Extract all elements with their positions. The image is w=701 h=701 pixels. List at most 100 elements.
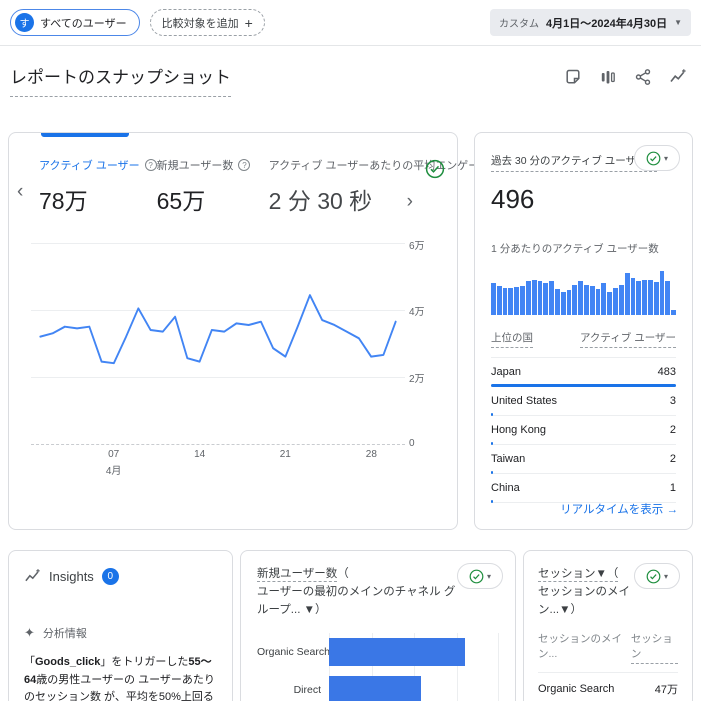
line-chart-plot (31, 241, 405, 445)
channel-label: Organic Search (257, 646, 330, 659)
realtime-active-users-value: 496 (491, 184, 535, 214)
sessions-table-header: セッションのメイン... セッション (538, 631, 678, 665)
country-name: Taiwan (491, 453, 526, 465)
sparkle-icon: ✦ (24, 625, 35, 640)
y-axis-tick: 6万 (409, 241, 425, 252)
data-quality-pill[interactable]: ▾ (457, 563, 503, 589)
data-quality-pill[interactable]: ▾ (634, 563, 680, 589)
trend-line (39, 294, 397, 365)
insights-count-badge: 0 (101, 568, 119, 585)
date-range-selector[interactable]: カスタム 4月1日～2024年4月30日 ▼ (490, 9, 691, 36)
insights-icon (25, 569, 40, 582)
minute-bar (537, 280, 543, 315)
sessions-metric-label[interactable]: セッション▼（ (538, 568, 619, 582)
plus-icon: + (244, 14, 253, 31)
country-value: 3 (669, 395, 676, 407)
insights-header[interactable]: Insights 0 (24, 568, 217, 585)
chevron-right-icon[interactable]: › (407, 191, 413, 213)
minute-bar (508, 287, 514, 315)
sessions-dimension-label[interactable]: セッションのメイン...▼） (538, 586, 630, 616)
view-realtime-link[interactable]: リアルタイムを表示 → (560, 501, 678, 517)
trend-chart: 6万 4万 2万 0 (31, 241, 441, 449)
country-name: China (491, 482, 520, 494)
insight-text-part: 「 (24, 656, 35, 668)
tab-active-users[interactable]: アクティブ ユーザー ? 78万 (39, 157, 157, 216)
minute-bar (659, 271, 665, 315)
minute-bar (613, 287, 618, 315)
minute-bar (653, 282, 659, 315)
minute-bar (607, 291, 613, 315)
data-quality-pill[interactable]: ▾ (634, 145, 680, 171)
new-users-metric-label[interactable]: 新規ユーザー数 (257, 568, 338, 582)
country-row: United States 3 (491, 387, 676, 416)
new-users-card-title[interactable]: 新規ユーザー数（ ユーザーの最初のメインのチャネル グループ... ▼） (257, 566, 457, 619)
session-channel-name: Organic Search (538, 682, 615, 695)
metric-label: 新規ユーザー数 (156, 160, 234, 172)
y-axis-tick: 0 (409, 438, 415, 449)
chevron-left-icon[interactable]: ‹ (17, 181, 23, 203)
new-users-dimension-label[interactable]: ユーザーの最初のメインのチャネル グループ... ▼） (257, 586, 455, 616)
help-icon[interactable]: ? (238, 159, 251, 171)
channel-bar (329, 638, 465, 667)
minute-bar (636, 280, 642, 315)
add-comparison-pill[interactable]: 比較対象を追加 + (149, 9, 265, 36)
minute-bar (642, 279, 647, 315)
sessions-table: Organic Search47万Direct44万 (538, 672, 678, 701)
country-table: Japan 483 United States 3 Hong Kong 2 Taiwan 2 C… (491, 357, 676, 503)
channel-row: Organic Search (257, 633, 499, 671)
country-bar (491, 500, 493, 503)
insight-text[interactable]: 「Goods_click」をトリガーした55～64歳の男性ユーザーの ユーザーあ… (24, 654, 217, 701)
channel-bar (329, 676, 421, 701)
caret-down-icon: ▼ (674, 18, 682, 27)
sessions-metric-column-header[interactable]: セッション (630, 631, 678, 665)
tab-avg-engagement[interactable]: アクティブ ユーザーあたりの平均エンゲー 2 分 30 秒 (269, 157, 480, 216)
sessions-card: セッション▼（ セッションのメイン...▼） ▾ セッションのメイン... セッ… (523, 550, 693, 701)
help-icon[interactable]: ? (144, 159, 157, 171)
sessions-dim-column-header[interactable]: セッションのメイン... (538, 631, 631, 664)
sessions-card-title[interactable]: セッション▼（ セッションのメイン...▼） (538, 566, 648, 619)
insights-section: ✦ 分析情報 (24, 625, 217, 641)
metric-label: アクティブ ユーザーあたりの平均エンゲー (268, 160, 480, 172)
minute-bar (595, 289, 601, 315)
active-tab-indicator (41, 133, 129, 137)
insights-card: Insights 0 ✦ 分析情報 「Goods_click」をトリガーした55… (8, 550, 233, 701)
realtime-card: 過去 30 分のアクティブ ユーザー数 ▾ 496 1 分あたりのアクティブ ユ… (474, 132, 693, 530)
minute-bar (578, 280, 583, 315)
overview-card: ‹ アクティブ ユーザー ? 78万 新規ユーザー数 ? 65万 アクティブ ユ… (8, 132, 479, 530)
country-column-header[interactable]: 上位の国 (491, 330, 533, 348)
add-comparison-label: 比較対象を追加 (161, 17, 239, 30)
note-icon[interactable] (564, 68, 582, 86)
minute-bar (549, 280, 554, 315)
realtime-title[interactable]: 過去 30 分のアクティブ ユーザー数 (491, 153, 658, 172)
country-row: Japan 483 (491, 358, 676, 387)
x-axis: 07 14 21 28 4月 (31, 449, 405, 489)
session-row: Organic Search 47万 (538, 673, 678, 701)
audience-label: すべてのユーザー (40, 17, 127, 30)
minute-bar (502, 287, 508, 315)
tab-new-users[interactable]: 新規ユーザー数 ? 65万 (156, 157, 251, 216)
country-table-header: 上位の国 アクティブ ユーザー (491, 330, 676, 348)
value-column-header[interactable]: アクティブ ユーザー (579, 330, 676, 348)
bar-chart-icon[interactable] (599, 68, 617, 86)
check-circle-icon (646, 151, 661, 165)
insight-text-part: が、平均を (101, 691, 159, 701)
audience-pill[interactable]: す すべてのユーザー (10, 9, 140, 36)
minute-bar (671, 309, 676, 315)
x-axis-month-label: 4月 (105, 466, 122, 477)
arrow-right-icon: → (666, 504, 679, 516)
channel-row: Direct (257, 671, 499, 701)
date-range-type: カスタム (499, 19, 540, 30)
minute-bar (665, 280, 671, 315)
channel-rows: Organic SearchDirectReferral (257, 633, 499, 701)
minute-bar (618, 284, 624, 315)
data-quality-check-icon[interactable] (425, 159, 445, 179)
insight-text-part: 」をトリガーした (100, 656, 189, 668)
insights-icon[interactable] (669, 68, 687, 86)
check-circle-icon (469, 569, 484, 583)
minute-bar (554, 289, 560, 315)
per-minute-bar-chart (491, 263, 676, 315)
share-icon[interactable] (634, 68, 652, 86)
minute-bar (589, 286, 595, 315)
country-value: 483 (657, 366, 676, 378)
new-users-card: 新規ユーザー数（ ユーザーの最初のメインのチャネル グループ... ▼） ▾ O… (240, 550, 516, 701)
